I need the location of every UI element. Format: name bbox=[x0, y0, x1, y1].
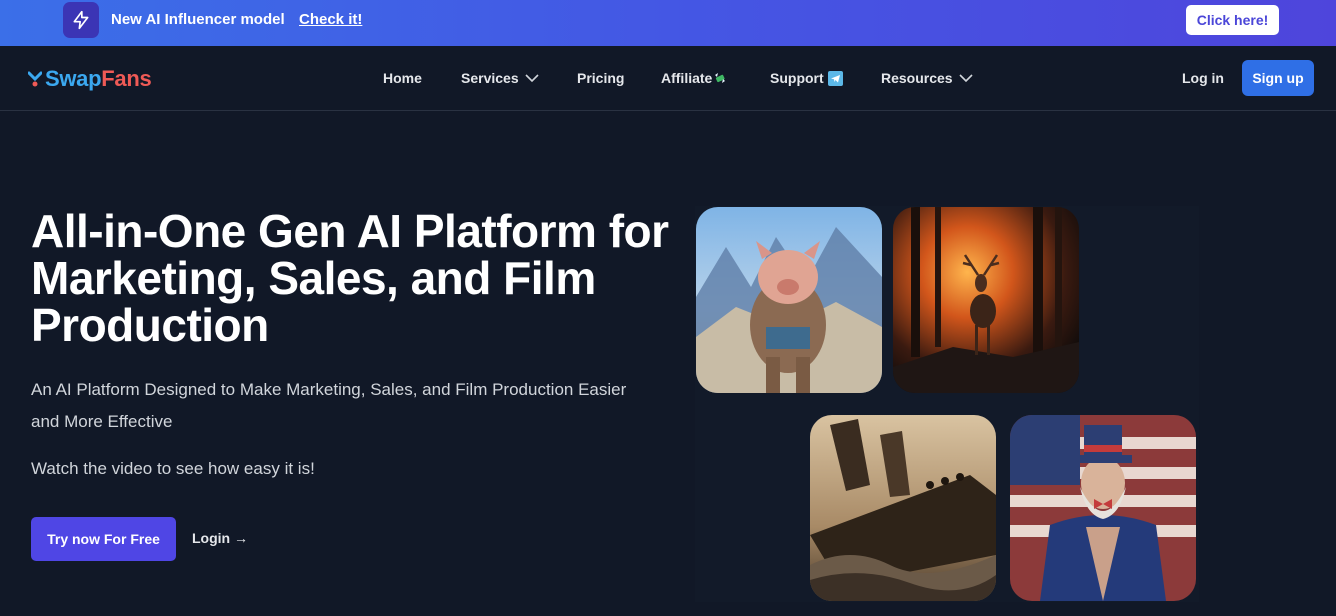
banner-button[interactable]: Click here! bbox=[1186, 5, 1279, 35]
telegram-icon bbox=[827, 70, 843, 86]
nav-resources[interactable]: Resources bbox=[881, 70, 973, 86]
banner-link[interactable]: Check it! bbox=[299, 11, 362, 28]
nav-services-label: Services bbox=[461, 70, 519, 86]
chevron-down-icon bbox=[959, 73, 973, 82]
pig-warrior-image bbox=[696, 207, 882, 393]
logo[interactable]: SwapFans bbox=[28, 66, 152, 92]
nav-affiliate-label: Affiliate bbox=[661, 70, 713, 86]
login-link[interactable]: Log in bbox=[1182, 70, 1224, 86]
banner-text: New AI Influencer model bbox=[111, 11, 285, 28]
hero-subtitle: An AI Platform Designed to Make Marketin… bbox=[31, 380, 627, 431]
nav-pricing-label: Pricing bbox=[577, 70, 625, 86]
navbar: SwapFans Home Services Pricing Affiliate… bbox=[0, 46, 1336, 111]
image-gallery bbox=[695, 206, 1199, 602]
burning-forest-deer-image bbox=[893, 207, 1079, 393]
lightning-icon bbox=[63, 2, 99, 38]
nav-affiliate[interactable]: Affiliate bbox=[661, 70, 727, 86]
money-wings-icon bbox=[715, 73, 726, 83]
promo-banner: New AI Influencer model Check it! Click … bbox=[0, 0, 1336, 46]
logo-text-swap: Swap bbox=[45, 66, 102, 91]
logo-text-fans: Fans bbox=[101, 66, 152, 91]
sinking-ship-image bbox=[810, 415, 996, 601]
nav-support-label: Support bbox=[770, 70, 824, 86]
nav-support[interactable]: Support bbox=[770, 70, 843, 86]
uncle-sam-image bbox=[1010, 415, 1196, 601]
nav-home-label: Home bbox=[383, 70, 422, 86]
chevron-down-icon bbox=[525, 73, 539, 82]
nav-resources-label: Resources bbox=[881, 70, 953, 86]
signup-button[interactable]: Sign up bbox=[1242, 60, 1314, 96]
nav-home[interactable]: Home bbox=[383, 70, 422, 86]
hero-login-link[interactable]: Login → bbox=[192, 530, 248, 546]
hero-watch-text: Watch the video to see how easy it is! bbox=[31, 459, 315, 478]
try-free-button[interactable]: Try now For Free bbox=[31, 517, 176, 561]
nav-services[interactable]: Services bbox=[461, 70, 539, 86]
logo-icon bbox=[28, 71, 42, 87]
hero-title: All-in-One Gen AI Platform for Marketing… bbox=[31, 205, 669, 351]
nav-pricing[interactable]: Pricing bbox=[577, 70, 624, 86]
